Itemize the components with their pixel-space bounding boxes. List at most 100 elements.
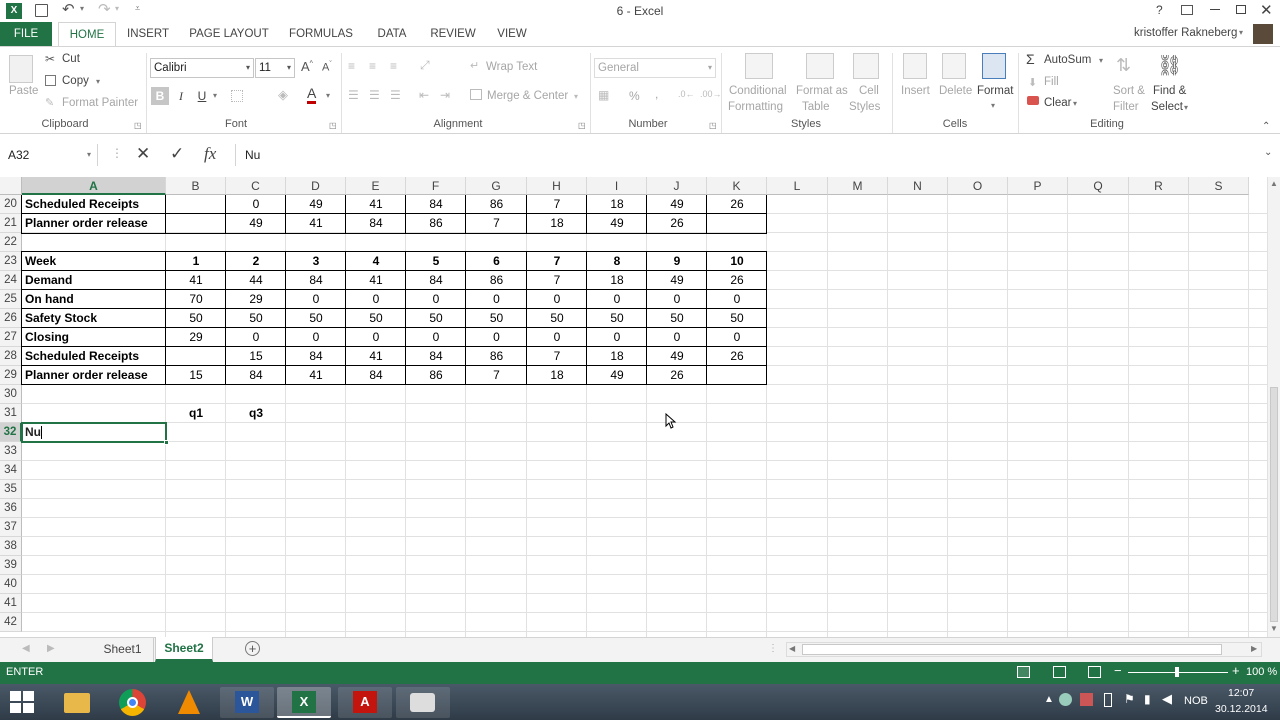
data-cell[interactable]: 26 xyxy=(707,271,767,290)
restore-icon[interactable] xyxy=(1236,5,1246,14)
data-cell[interactable]: 29 xyxy=(226,290,286,309)
column-header-s[interactable]: S xyxy=(1189,177,1249,195)
row-header-37[interactable]: 37 xyxy=(0,518,22,537)
font-name-select[interactable]: Calibri ▾ xyxy=(150,58,254,78)
data-cell[interactable]: 50 xyxy=(527,309,587,328)
data-cell[interactable]: 0 xyxy=(587,290,647,309)
row-header-28[interactable]: 28 xyxy=(0,347,22,366)
data-cell[interactable]: 0 xyxy=(406,290,466,309)
data-cell[interactable]: 0 xyxy=(346,328,406,347)
tab-review[interactable]: REVIEW xyxy=(428,22,478,46)
decrease-decimal-icon[interactable]: .00→ xyxy=(700,89,722,99)
sheet-next-icon[interactable]: ▶ xyxy=(47,643,55,654)
chrome-icon[interactable] xyxy=(106,687,160,718)
vertical-scrollbar[interactable]: ▲ ▼ xyxy=(1267,177,1280,637)
data-cell[interactable]: 0 xyxy=(226,328,286,347)
data-cell[interactable]: 41 xyxy=(346,271,406,290)
active-cell[interactable]: Nu xyxy=(21,422,169,445)
windows-start-icon[interactable] xyxy=(10,691,34,713)
word-icon[interactable]: W xyxy=(220,687,274,718)
expand-formula-icon[interactable]: ⌄ xyxy=(1264,147,1272,158)
cancel-icon[interactable]: ✕ xyxy=(136,144,150,164)
format-dropdown-icon[interactable]: ▾ xyxy=(991,101,995,110)
row-label[interactable]: Safety Stock xyxy=(22,309,166,328)
data-cell[interactable]: 86 xyxy=(466,271,527,290)
data-cell[interactable]: 0 xyxy=(286,290,346,309)
row-header-27[interactable]: 27 xyxy=(0,328,22,347)
worksheet-grid[interactable]: ABCDEFGHIJKLMNOPQRS 20 21 22 23 24 25 26 27 28 29… xyxy=(0,177,1267,637)
zoom-in-icon[interactable]: + xyxy=(1232,663,1240,678)
vlc-icon[interactable] xyxy=(162,687,216,718)
data-cell[interactable]: 86 xyxy=(466,347,527,366)
battery-icon[interactable] xyxy=(1104,693,1112,707)
column-header-d[interactable]: D xyxy=(286,177,346,195)
data-cell[interactable]: 50 xyxy=(346,309,406,328)
select-all-corner[interactable] xyxy=(0,177,22,195)
data-cell[interactable]: 49 xyxy=(647,271,707,290)
copy-button[interactable]: Copy xyxy=(62,75,89,87)
customize-qat-icon[interactable]: ⩡ xyxy=(135,3,140,14)
column-header-i[interactable]: I xyxy=(587,177,647,195)
font-color-dropdown-icon[interactable]: ▾ xyxy=(326,91,330,100)
data-cell[interactable]: 50 xyxy=(406,309,466,328)
input-language[interactable]: NOB xyxy=(1184,695,1208,707)
merge-center-button[interactable]: Merge & Center xyxy=(487,90,568,102)
data-cell[interactable]: 84 xyxy=(406,271,466,290)
data-cell[interactable]: 15 xyxy=(166,366,226,385)
column-header-r[interactable]: R xyxy=(1129,177,1189,195)
data-cell[interactable]: 1 xyxy=(166,252,226,271)
data-cell[interactable]: 50 xyxy=(647,309,707,328)
data-cell[interactable]: 18 xyxy=(527,366,587,385)
flag-icon[interactable]: ⚑ xyxy=(1124,692,1135,706)
q3-label[interactable]: q3 xyxy=(226,404,286,423)
row-label[interactable]: Closing xyxy=(22,328,166,347)
autosum-button[interactable]: AutoSum xyxy=(1044,54,1091,66)
zoom-slider-thumb[interactable] xyxy=(1175,667,1179,677)
sheet-tab-sheet1[interactable]: Sheet1 xyxy=(92,638,154,662)
fill-handle[interactable] xyxy=(164,440,169,445)
data-cell[interactable]: 26 xyxy=(647,366,707,385)
merge-dropdown-icon[interactable]: ▾ xyxy=(574,92,578,101)
undo-dropdown-icon[interactable]: ▾ xyxy=(80,4,84,13)
data-cell[interactable]: 50 xyxy=(166,309,226,328)
data-cell[interactable]: 0 xyxy=(466,328,527,347)
acrobat-icon[interactable]: A xyxy=(338,687,392,718)
row-header-33[interactable]: 33 xyxy=(0,442,22,461)
user-dropdown-icon[interactable]: ▾ xyxy=(1239,28,1243,37)
data-cell[interactable]: 15 xyxy=(226,347,286,366)
data-cell[interactable]: 49 xyxy=(647,347,707,366)
fill-color-icon[interactable]: ◈ xyxy=(278,87,288,103)
paste-icon[interactable] xyxy=(9,55,33,83)
data-cell[interactable]: 0 xyxy=(527,328,587,347)
decrease-indent-icon[interactable]: ⇤ xyxy=(419,88,429,102)
row-header-20[interactable]: 20 xyxy=(0,195,22,214)
q1-label[interactable]: q1 xyxy=(166,404,226,423)
sheet-tab-sheet2[interactable]: Sheet2 xyxy=(155,637,213,662)
tab-insert[interactable]: INSERT xyxy=(122,22,174,46)
font-launcher-icon[interactable]: ◳ xyxy=(329,121,337,130)
redo-dropdown-icon[interactable]: ▾ xyxy=(115,4,119,13)
find-select-button[interactable]: Find & xyxy=(1153,85,1186,97)
align-right-icon[interactable]: ☰ xyxy=(390,88,401,102)
row-header-25[interactable]: 25 xyxy=(0,290,22,309)
data-cell[interactable]: 41 xyxy=(346,347,406,366)
data-cell[interactable]: 50 xyxy=(707,309,767,328)
row-header-42[interactable]: 42 xyxy=(0,613,22,632)
data-cell[interactable] xyxy=(166,347,226,366)
align-middle-icon[interactable]: ≡ xyxy=(369,59,376,73)
data-cell[interactable]: 0 xyxy=(406,328,466,347)
data-cell[interactable]: 0 xyxy=(707,290,767,309)
grow-font-icon[interactable]: A^ xyxy=(301,59,313,74)
data-cell[interactable]: 49 xyxy=(587,366,647,385)
tab-data[interactable]: DATA xyxy=(370,22,414,46)
data-cell[interactable]: 84 xyxy=(226,366,286,385)
delete-cells-button[interactable]: Delete xyxy=(939,85,972,97)
data-cell[interactable]: 84 xyxy=(286,271,346,290)
column-header-a[interactable]: A xyxy=(22,177,166,195)
percent-button[interactable]: % xyxy=(629,89,640,103)
data-cell[interactable]: 3 xyxy=(286,252,346,271)
data-cell[interactable]: 84 xyxy=(286,347,346,366)
orientation-icon[interactable]: ⤢ xyxy=(420,58,430,73)
column-header-b[interactable]: B xyxy=(166,177,226,195)
network-icon[interactable]: ▮ xyxy=(1144,692,1151,706)
